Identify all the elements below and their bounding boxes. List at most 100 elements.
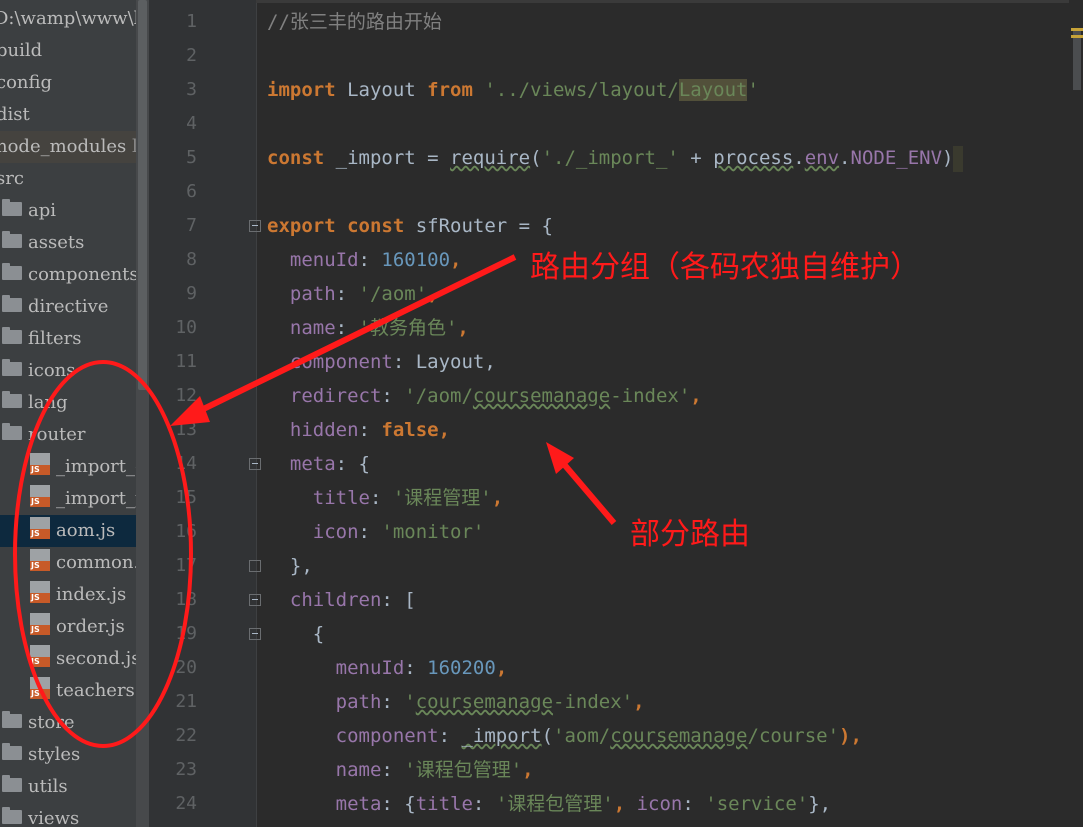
js-badge: JS (30, 561, 50, 571)
identifier: _import (461, 725, 542, 747)
tree-folder-src[interactable]: src (0, 163, 24, 195)
tree-folder-build[interactable]: build (0, 35, 42, 67)
tree-file-import-dev[interactable]: JS _import_de (30, 451, 149, 483)
tree-item-label: second.js (56, 648, 141, 669)
string: './_import_' (541, 147, 679, 169)
tree-folder-node-modules[interactable]: node_modules lib (0, 131, 149, 163)
property: icon (636, 793, 683, 815)
tree-folder-lang[interactable]: lang (2, 387, 68, 419)
line-number: 11 (175, 351, 197, 372)
code-text: : (472, 793, 496, 815)
tree-scrollbar-thumb[interactable] (138, 0, 147, 390)
code-text: }, (267, 555, 313, 577)
tree-file-index[interactable]: JS index.js (30, 579, 126, 611)
js-file-icon: JS (30, 453, 50, 475)
editor-top-border (256, 0, 1069, 3)
folder-icon (2, 231, 22, 248)
tree-folder-api[interactable]: api (2, 195, 56, 227)
tree-item-label: api (28, 200, 57, 221)
line-number: 2 (186, 45, 197, 66)
code-text: : { (381, 793, 416, 815)
code-line-19: { (267, 617, 324, 651)
string: '课程管理' (392, 487, 492, 509)
string: ' (747, 79, 759, 101)
tree-item-label: styles (28, 744, 81, 765)
property: redirect (267, 385, 382, 407)
property: menuId (267, 657, 405, 679)
string: /course' (747, 725, 840, 747)
punctuation: , (427, 283, 439, 305)
tree-folder-icons[interactable]: icons (2, 355, 76, 387)
folder-icon (2, 359, 22, 376)
tree-folder-components[interactable]: components (2, 259, 139, 291)
editor-scrollbar-track[interactable] (1069, 0, 1083, 827)
tree-folder-assets[interactable]: assets (2, 227, 84, 259)
string: 'service' (705, 793, 809, 815)
comment: //张三丰的路由开始 (267, 11, 442, 33)
fold-toggle-icon[interactable] (249, 458, 261, 470)
property: name (267, 759, 382, 781)
line-number: 12 (175, 385, 197, 406)
line-number: 24 (175, 793, 197, 814)
keyword: export (267, 215, 336, 237)
number: 160200 (427, 657, 496, 679)
tree-item-label: views (28, 808, 80, 827)
tree-file-teachers[interactable]: JS teachers.js (30, 675, 149, 707)
code-text: : { (335, 453, 370, 475)
property: icon (267, 521, 359, 543)
fold-toggle-icon[interactable] (249, 220, 261, 232)
tree-file-second[interactable]: JS second.js (30, 643, 140, 675)
tree-folder-views[interactable]: views (2, 803, 79, 827)
js-file-icon: JS (30, 549, 50, 571)
keyword: const (267, 147, 325, 169)
js-file-icon: JS (30, 645, 50, 667)
js-badge: JS (30, 657, 50, 667)
tree-folder-router[interactable]: router (2, 419, 86, 451)
warning-marker[interactable] (1071, 28, 1083, 31)
tree-folder-styles[interactable]: styles (2, 739, 80, 771)
property: name (267, 317, 336, 339)
tree-folder-config[interactable]: config (0, 67, 52, 99)
tree-folder-filters[interactable]: filters (2, 323, 82, 355)
project-tree: D:\wamp\www\k build config dist node_mod… (0, 0, 149, 827)
tree-item-label: filters (28, 328, 82, 349)
tree-folder-dist[interactable]: dist (0, 99, 30, 131)
line-number: 14 (175, 453, 197, 474)
warning-marker[interactable] (1071, 35, 1083, 38)
tree-folder-directive[interactable]: directive (2, 291, 108, 323)
property: title (267, 487, 370, 509)
fold-toggle-icon[interactable] (249, 594, 261, 606)
folder-icon (2, 743, 22, 760)
fold-end-icon[interactable] (249, 560, 261, 572)
code-line-16: icon: 'monitor' (267, 515, 485, 549)
tree-item-label: node_modules (0, 136, 127, 157)
editor-scrollbar-thumb[interactable] (1073, 30, 1081, 90)
code-text: : (438, 725, 462, 747)
tree-item-label: dist (0, 104, 30, 125)
string: 'aom/ (553, 725, 611, 747)
line-number: 1 (186, 11, 197, 32)
property: children (267, 589, 382, 611)
tree-item-label: config (0, 72, 53, 93)
line-number: 10 (175, 317, 197, 338)
line-number: 3 (186, 79, 197, 100)
code-text: }, (808, 793, 832, 815)
line-number: 22 (175, 725, 197, 746)
fold-toggle-icon[interactable] (249, 628, 261, 640)
property: menuId (267, 249, 359, 271)
code-text: . (793, 147, 805, 169)
tree-root-path[interactable]: D:\wamp\www\k (0, 3, 145, 35)
code-text: : (335, 283, 359, 305)
tree-file-order[interactable]: JS order.js (30, 611, 125, 643)
property: path (267, 283, 336, 305)
tree-file-common[interactable]: JS common.js (30, 547, 149, 579)
tree-folder-store[interactable]: store (2, 707, 75, 739)
code-text: : (358, 419, 382, 441)
folder-icon (2, 295, 22, 312)
string: -index' (553, 691, 634, 713)
tree-file-import-prod[interactable]: JS _import_pr (30, 483, 149, 515)
tree-folder-utils[interactable]: utils (2, 771, 68, 803)
property: path (267, 691, 382, 713)
string: '教务角色' (358, 317, 458, 339)
tree-file-aom[interactable]: JS aom.js (0, 515, 149, 547)
